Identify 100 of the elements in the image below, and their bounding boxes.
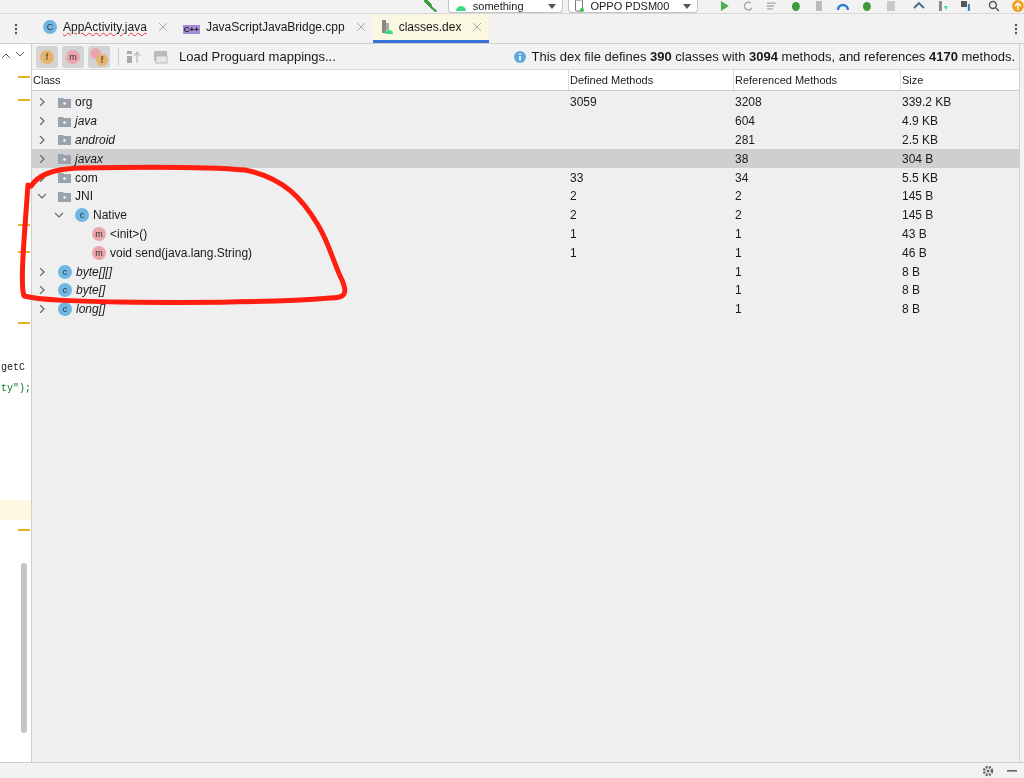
more-icon[interactable] [14, 22, 18, 35]
tree-row[interactable]: m <init>() 1 1 43 B [32, 224, 1019, 244]
chevron-right-icon[interactable] [38, 98, 46, 107]
table-cell-text: 46 B [901, 244, 928, 262]
table-cell-text: 1 [734, 244, 743, 262]
file-tab[interactable]: classes.dex [372, 14, 490, 43]
proguard-mappings-button[interactable]: Load Proguard mappings... [179, 46, 336, 67]
filter-button[interactable]: f [88, 45, 110, 68]
table-cell-text: 1 [734, 225, 743, 243]
table-cell-text: 33 [569, 169, 585, 187]
tree-row[interactable]: org 3059 3208 339.2 KB [32, 93, 1019, 112]
table-cell-text: 304 B [901, 150, 935, 168]
table-cell-text: 2.5 KB [901, 132, 940, 149]
column-header[interactable]: Size [900, 70, 1019, 90]
folder-icon [58, 134, 71, 146]
tree-row[interactable]: JNI 2 2 145 B [32, 187, 1019, 206]
tree-node-label: org [75, 94, 93, 112]
more-icon[interactable] [1014, 22, 1018, 35]
dex-summary-text: This dex file defines 390 classes with 3094 methods, and references 4170 methods. [531, 47, 1015, 66]
tree-row[interactable]: m void send(java.lang.String) 1 1 46 B [32, 243, 1019, 263]
table-cell-text: 3059 [569, 94, 598, 112]
tree-row[interactable]: java 604 4.9 KB [32, 111, 1019, 131]
chevron-right-icon[interactable] [38, 136, 46, 144]
play-icon[interactable] [718, 0, 731, 12]
caret-icon [547, 3, 556, 9]
table-cell-text: 3208 [734, 94, 763, 112]
chevron-right-icon[interactable] [38, 117, 46, 126]
folder-icon [58, 190, 71, 202]
table-cell-text: 145 B [901, 188, 935, 206]
chevron-right-icon[interactable] [38, 154, 46, 163]
search-icon[interactable] [988, 0, 1001, 12]
method-icon: m [92, 245, 106, 260]
run-configuration-dropdown[interactable]: something [447, 0, 563, 13]
line-highlight [0, 500, 31, 520]
tree-node-label: com [75, 169, 98, 187]
code-line: getC [1, 361, 26, 375]
device-dropdown[interactable]: OPPO PDSM00 [568, 0, 699, 13]
chevron-right-icon[interactable] [38, 305, 46, 314]
settings-icon[interactable] [982, 764, 994, 777]
table-cell-text: 339.2 KB [901, 94, 953, 112]
class-icon: c [58, 283, 72, 298]
tree-row[interactable]: c long[] 1 8 B [32, 299, 1019, 319]
change-marker [18, 322, 30, 324]
chevron-right-icon[interactable] [38, 286, 46, 295]
tree-node-label: void send(java.lang.String) [110, 244, 253, 262]
field-icon: f [96, 53, 108, 66]
table-cell-text: 1 [569, 244, 578, 262]
table-cell-text: 8 B [901, 301, 921, 319]
tree-node-label: android [75, 132, 116, 149]
chevron-down-icon[interactable] [38, 192, 46, 201]
table-cell-text: 43 B [901, 225, 928, 243]
cpp-file-icon: C++ [182, 25, 200, 34]
change-marker [18, 76, 30, 78]
table-cell-text: 1 [734, 282, 743, 300]
file-tab[interactable]: C AppActivity.java [35, 14, 175, 43]
table-cell-text: 1 [569, 225, 578, 243]
boxes-icon[interactable] [960, 0, 973, 12]
code-line: ty"); [1, 382, 31, 396]
tree-node-label: byte[][] [76, 263, 113, 281]
tree-row[interactable]: c Native 2 2 145 B [32, 205, 1019, 225]
column-header[interactable]: Defined Methods [568, 70, 733, 90]
table-cell-text: 2 [734, 207, 743, 225]
chevron-right-icon[interactable] [38, 267, 46, 276]
download-icon[interactable] [936, 0, 949, 12]
table-cell-text: 38 [734, 150, 750, 168]
tree-row[interactable]: c byte[] 1 8 B [32, 280, 1019, 300]
chevron-down-icon[interactable] [16, 52, 24, 58]
tree-node-label: javax [75, 150, 103, 168]
column-header[interactable]: Class [32, 70, 568, 90]
table-cell-text: 1 [734, 263, 743, 281]
change-marker [18, 251, 30, 253]
tree-row[interactable]: android 281 2.5 KB [32, 130, 1019, 150]
folder-icon [58, 115, 71, 127]
table-cell-text: 2 [569, 188, 578, 206]
table-cell-text: 8 B [901, 263, 921, 281]
dex-file-icon [380, 20, 393, 34]
scrollbar-thumb[interactable] [21, 563, 27, 733]
table-cell-text: 281 [734, 132, 757, 149]
class-icon: c [75, 208, 89, 223]
tree-node-label: java [75, 113, 97, 131]
tree-row[interactable]: com 33 34 5.5 KB [32, 168, 1019, 187]
class-icon: C [43, 20, 57, 34]
hammer-icon[interactable] [422, 0, 438, 12]
chevron-down-icon[interactable] [55, 211, 63, 220]
tree-node-label: Native [93, 207, 127, 225]
table-cell-text: 1 [734, 301, 743, 319]
table-cell-text: 2 [569, 207, 578, 225]
tree-row[interactable]: c byte[][] 1 8 B [32, 262, 1019, 281]
tree-node-label: byte[] [76, 282, 106, 300]
file-tab[interactable]: C++ JavaScriptJavaBridge.cpp [174, 14, 373, 43]
table-cell-text: 5.5 KB [901, 169, 940, 187]
table-cell-text: 8 B [901, 282, 921, 300]
change-marker [18, 99, 30, 101]
chevron-up-icon[interactable] [2, 52, 10, 58]
method-icon: m [92, 226, 106, 241]
caret-icon [683, 3, 692, 9]
column-header[interactable]: Referenced Methods [733, 70, 900, 90]
class-icon: c [58, 264, 72, 279]
phone-icon [575, 0, 585, 12]
tree-row[interactable]: javax 38 304 B [32, 149, 1019, 169]
